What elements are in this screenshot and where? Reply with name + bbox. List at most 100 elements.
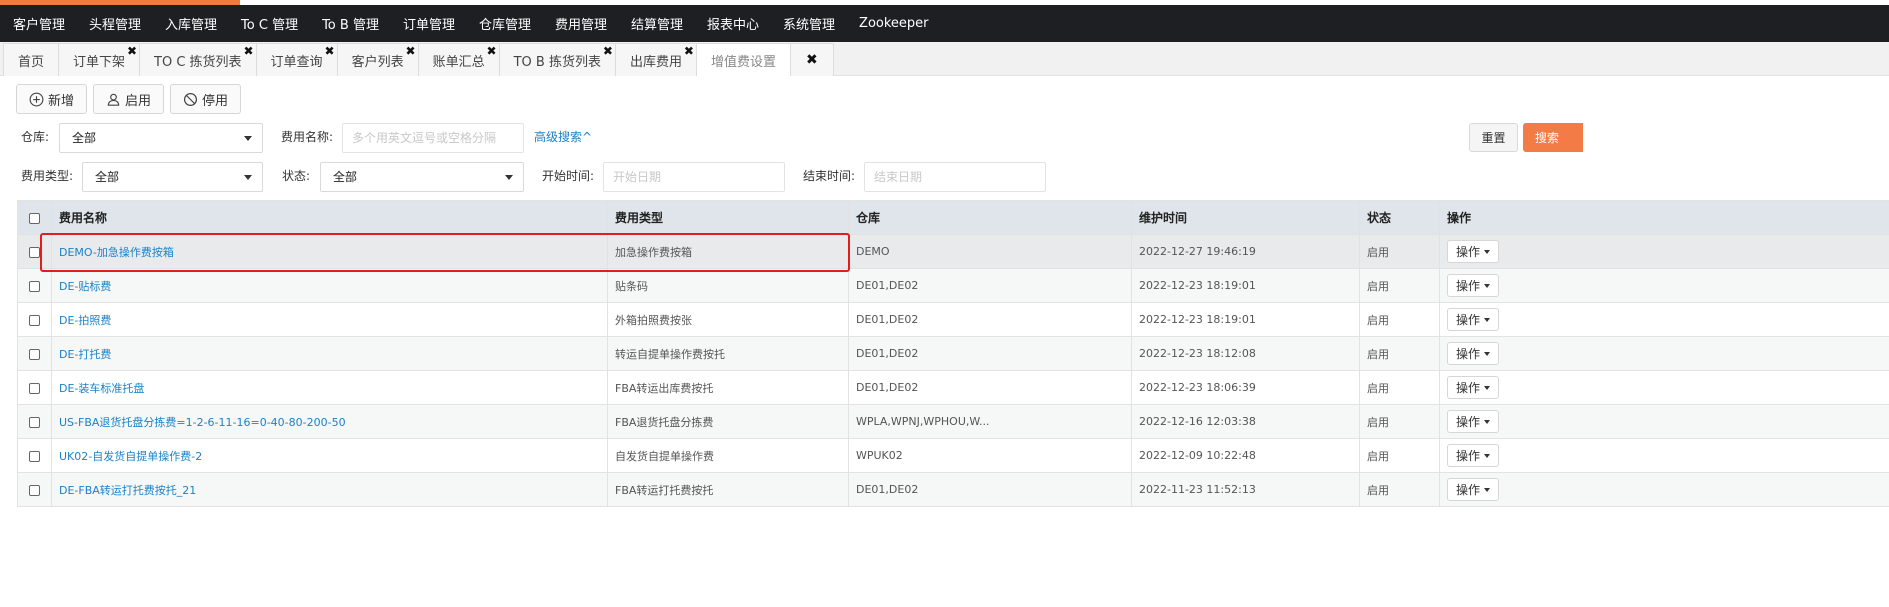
close-icon[interactable]: ✖	[325, 45, 335, 57]
tab-4[interactable]: 客户列表 ✖	[336, 43, 419, 76]
row-select-cell	[17, 404, 52, 439]
table-row[interactable]: DE-FBA转运打托费按托_21 FBA转运打托费按托 DE01,DE02 2022-…	[17, 472, 1889, 507]
enable-button-label: 启用	[125, 93, 152, 109]
table-row[interactable]: DE-拍照费 外箱拍照费按张 DE01,DE02 2022-12-23 18:19:0…	[17, 302, 1889, 337]
row-actions-dropdown[interactable]: 操作	[1447, 376, 1500, 399]
tab-8[interactable]: 增值费设置	[695, 43, 791, 76]
fee-name-link[interactable]: US-FBA退货托盘分拣费=1-2-6-11-16=0-40-80-200-50	[51, 404, 608, 439]
nav-toc-management[interactable]: To C 管理	[229, 14, 310, 33]
close-icon[interactable]: ✖	[127, 45, 137, 57]
fee-name-link[interactable]: UK02-自发货自提单操作费-2	[51, 438, 608, 473]
row-actions-dropdown[interactable]: 操作	[1447, 410, 1500, 433]
table-row[interactable]: DE-贴标费 贴条码 DE01,DE02 2022-12-23 18:19:01 启用 操…	[17, 268, 1889, 303]
fee-type-select[interactable]: 全部	[82, 162, 263, 192]
close-icon[interactable]: ✖	[684, 45, 694, 57]
close-icon[interactable]: ✖	[603, 45, 613, 57]
select-all-cell	[17, 200, 52, 235]
warehouse-cell: DE01,DE02	[848, 370, 1132, 405]
top-navigation: 客户管理 头程管理 入库管理 To C 管理 To B 管理 订单管理 仓库管理…	[0, 5, 1889, 42]
table-row[interactable]: DE-装车标准托盘 FBA转运出库费按托 DE01,DE02 2022-12-23 1…	[17, 370, 1889, 405]
nav-customer-management[interactable]: 客户管理	[0, 14, 77, 33]
row-actions-dropdown[interactable]: 操作	[1447, 308, 1500, 331]
table-row[interactable]: US-FBA退货托盘分拣费=1-2-6-11-16=0-40-80-200-50…	[17, 404, 1889, 439]
caret-down-icon	[1484, 283, 1491, 288]
status-cell: 启用	[1359, 404, 1440, 439]
search-button[interactable]: 搜索	[1523, 123, 1583, 152]
disable-button[interactable]: 停用	[170, 84, 242, 114]
nav-settlement-management[interactable]: 结算管理	[619, 14, 695, 33]
fee-type-cell: FBA转运打托费按托	[607, 472, 849, 507]
tab-6[interactable]: TO B 拣货列表 ✖	[498, 43, 616, 76]
nav-fee-management[interactable]: 费用管理	[543, 14, 619, 33]
nav-report-center[interactable]: 报表中心	[695, 14, 771, 33]
advanced-search-toggle[interactable]: 高级搜索^	[534, 122, 592, 152]
row-actions-dropdown[interactable]: 操作	[1447, 444, 1500, 467]
fee-name-input[interactable]	[342, 123, 524, 153]
close-icon[interactable]: ✖	[243, 45, 253, 57]
row-checkbox[interactable]	[29, 348, 40, 360]
row-checkbox[interactable]	[29, 450, 40, 462]
row-checkbox[interactable]	[29, 246, 40, 258]
table-row[interactable]: DE-打托费 转运自提单操作费按托 DE01,DE02 2022-12-23 18:1…	[17, 336, 1889, 371]
tab-3[interactable]: 订单查询 ✖	[255, 43, 338, 76]
add-button[interactable]: 新增	[16, 84, 88, 114]
header-fee-type[interactable]: 费用类型	[607, 200, 849, 235]
status-select[interactable]: 全部	[320, 162, 524, 192]
row-checkbox[interactable]	[29, 314, 40, 326]
row-select-cell	[17, 336, 52, 371]
row-checkbox[interactable]	[29, 416, 40, 428]
nav-tob-management[interactable]: To B 管理	[310, 14, 391, 33]
warehouse-cell: DE01,DE02	[848, 268, 1132, 303]
close-icon[interactable]: ✖	[406, 45, 416, 57]
fee-name-link[interactable]: DE-打托费	[51, 336, 608, 371]
maintain-time-cell: 2022-12-23 18:06:39	[1131, 370, 1360, 405]
fee-name-link[interactable]: DE-FBA转运打托费按托_21	[51, 472, 608, 507]
select-all-checkbox[interactable]	[29, 212, 40, 224]
row-select-cell	[17, 302, 52, 337]
row-actions-label: 操作	[1456, 245, 1481, 259]
nav-first-leg-management[interactable]: 头程管理	[77, 14, 153, 33]
status-cell: 启用	[1359, 302, 1440, 337]
nav-order-management[interactable]: 订单管理	[391, 14, 467, 33]
row-actions-dropdown[interactable]: 操作	[1447, 240, 1500, 263]
nav-inbound-management[interactable]: 入库管理	[153, 14, 229, 33]
reset-button[interactable]: 重置	[1469, 123, 1518, 152]
row-actions-dropdown[interactable]: 操作	[1447, 478, 1500, 501]
tab-5[interactable]: 账单汇总 ✖	[417, 43, 500, 76]
tab-2[interactable]: TO C 拣货列表 ✖	[139, 43, 257, 76]
end-date-input[interactable]	[864, 162, 1046, 192]
row-checkbox[interactable]	[29, 484, 40, 496]
table-row[interactable]: DEMO-加急操作费按箱 加急操作费按箱 DEMO 2022-12-27 19:46:…	[17, 234, 1889, 269]
tab-7[interactable]: 出库费用 ✖	[614, 43, 697, 76]
row-checkbox[interactable]	[29, 382, 40, 394]
fee-name-link[interactable]: DEMO-加急操作费按箱	[51, 234, 608, 269]
row-actions-label: 操作	[1456, 449, 1481, 463]
start-date-input[interactable]	[603, 162, 785, 192]
header-status[interactable]: 状态	[1359, 200, 1440, 235]
warehouse-select[interactable]: 全部	[59, 123, 263, 153]
header-warehouse[interactable]: 仓库	[848, 200, 1132, 235]
close-icon: ✖	[805, 52, 818, 68]
fee-type-cell: 自发货自提单操作费	[607, 438, 849, 473]
status-cell: 启用	[1359, 438, 1440, 473]
row-actions-dropdown[interactable]: 操作	[1447, 274, 1500, 297]
enable-button[interactable]: 启用	[93, 84, 165, 114]
tab-1[interactable]: 订单下架 ✖	[58, 43, 141, 76]
close-all-tabs-button[interactable]: ✖	[789, 43, 834, 76]
fee-name-link[interactable]: DE-装车标准托盘	[51, 370, 608, 405]
warehouse-cell: DE01,DE02	[848, 472, 1132, 507]
fee-name-link[interactable]: DE-拍照费	[51, 302, 608, 337]
close-icon[interactable]: ✖	[487, 45, 497, 57]
tab-0[interactable]: 首页	[3, 43, 60, 76]
header-fee-name[interactable]: 费用名称	[51, 200, 608, 235]
table-row[interactable]: UK02-自发货自提单操作费-2 自发货自提单操作费 WPUK02 2022-12-0…	[17, 438, 1889, 473]
nav-zookeeper[interactable]: Zookeeper	[847, 16, 940, 31]
fee-type-filter-label: 费用类型:	[21, 169, 74, 183]
row-actions-dropdown[interactable]: 操作	[1447, 342, 1500, 365]
fee-type-cell: FBA退货托盘分拣费	[607, 404, 849, 439]
nav-system-management[interactable]: 系统管理	[771, 14, 847, 33]
fee-name-link[interactable]: DE-贴标费	[51, 268, 608, 303]
header-maintain-time[interactable]: 维护时间	[1131, 200, 1360, 235]
row-checkbox[interactable]	[29, 280, 40, 292]
nav-warehouse-management[interactable]: 仓库管理	[467, 14, 543, 33]
